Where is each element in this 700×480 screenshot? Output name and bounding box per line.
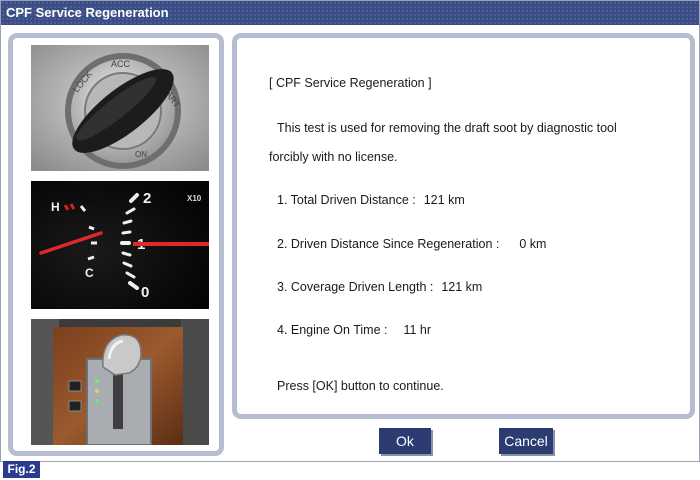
window-title: CPF Service Regeneration <box>1 1 699 25</box>
info-item-value: 11 hr <box>403 323 432 337</box>
temperature-gauge-image: H C 2 1 0 X10 <box>31 181 209 309</box>
gauge-text-cold: C <box>85 266 94 280</box>
info-item-value: 121 km <box>441 280 483 294</box>
ignition-key-image: LOCK ACC START ON <box>31 45 209 171</box>
info-item-label: 4. Engine On Time : <box>277 323 388 337</box>
description-line-1: This test is used for removing the draft… <box>277 121 617 135</box>
image-panel: LOCK ACC START ON H C 2 0 X10 <box>8 33 224 456</box>
gauge-text-hot: H <box>51 200 60 214</box>
section-heading: [ CPF Service Regeneration ] <box>269 76 432 90</box>
gear-shifter-image <box>31 319 209 445</box>
info-item-label: 3. Coverage Driven Length : <box>277 280 434 294</box>
info-item-coverage-driven-length: 3. Coverage Driven Length : 121 km <box>277 280 482 294</box>
gauge-text-2: 2 <box>143 190 151 207</box>
description-line-2: forcibly with no license. <box>269 150 398 164</box>
info-item-value: 121 km <box>423 193 465 207</box>
info-item-total-driven-distance: 1. Total Driven Distance : 121 km <box>277 193 465 207</box>
continue-prompt: Press [OK] button to continue. <box>277 379 444 393</box>
gauge-text-x10: X10 <box>187 194 202 203</box>
info-item-label: 1. Total Driven Distance : <box>277 193 416 207</box>
ok-button[interactable]: Ok <box>379 428 431 454</box>
cancel-button[interactable]: Cancel <box>499 428 553 454</box>
info-panel: [ CPF Service Regeneration ] This test i… <box>232 33 695 419</box>
dialog-window: CPF Service Regeneration LOCK ACC START … <box>0 0 700 462</box>
key-text-on: ON <box>135 150 147 159</box>
info-item-label: 2. Driven Distance Since Regeneration : <box>277 237 500 251</box>
gauge-text-0: 0 <box>141 284 149 301</box>
figure-label: Fig.2 <box>3 461 40 478</box>
info-item-value: 0 km <box>519 237 547 251</box>
key-text-acc: ACC <box>111 59 131 69</box>
info-item-engine-on-time: 4. Engine On Time : 11 hr <box>277 323 431 337</box>
info-item-distance-since-regeneration: 2. Driven Distance Since Regeneration : 0… <box>277 237 546 251</box>
